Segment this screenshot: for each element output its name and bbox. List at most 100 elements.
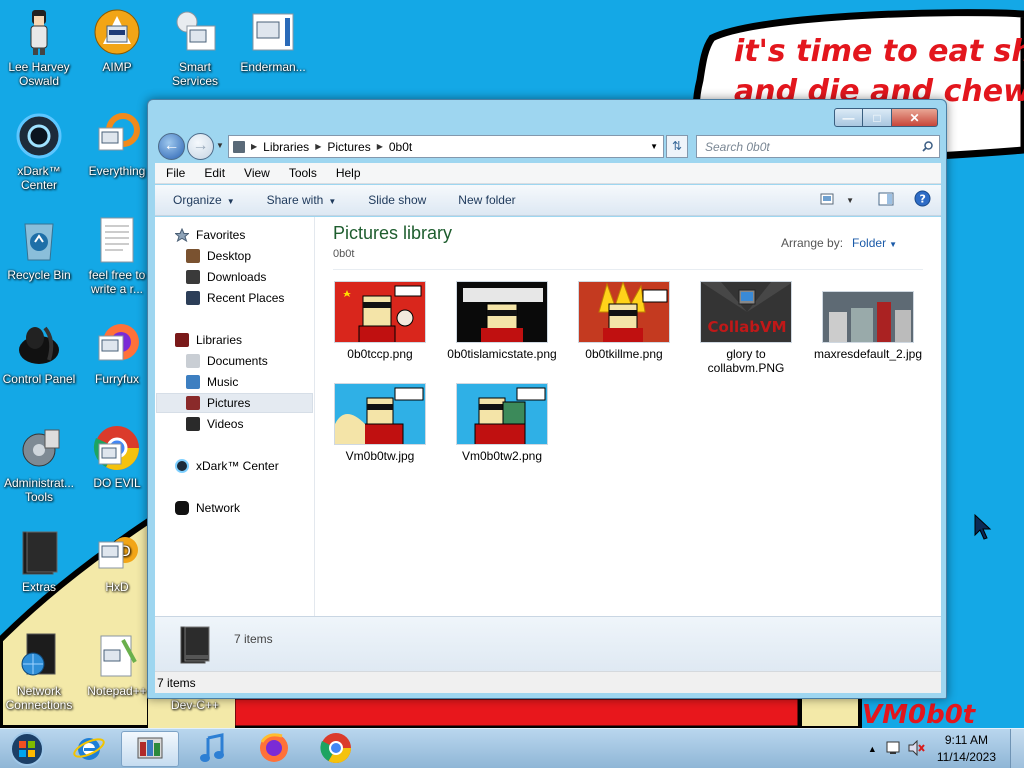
nav-libraries[interactable]: Libraries — [175, 330, 242, 350]
image-thumbnail — [456, 383, 548, 445]
navigation-pane: Favorites Desktop Downloads Recent Place… — [155, 217, 315, 616]
preview-pane-icon[interactable] — [878, 192, 894, 209]
firefox-icon — [93, 320, 141, 368]
desktop-icon-lee-harvey-oswald[interactable]: Lee Harvey Oswald — [0, 8, 78, 88]
menu-file[interactable]: File — [155, 166, 192, 180]
recent-places-icon — [186, 291, 200, 305]
desktop-icon-enderman[interactable]: Enderman... — [234, 8, 312, 74]
image-thumbnail: CollabVM — [700, 281, 792, 343]
desktop-icon-administrative-tools[interactable]: Administrat... Tools — [0, 424, 78, 504]
new-folder-button[interactable]: New folder — [440, 193, 529, 207]
libraries-icon — [175, 333, 189, 347]
chevron-down-icon[interactable]: ▼ — [889, 240, 897, 249]
desktop-icon-everything[interactable]: Everything — [78, 112, 156, 178]
taskbar-internet-explorer[interactable] — [60, 731, 118, 767]
menu-view[interactable]: View — [232, 166, 277, 180]
desktop-icon-feel-free[interactable]: feel free to write a r... — [78, 216, 156, 296]
show-desktop-button[interactable] — [1010, 729, 1024, 768]
view-controls: ▼ ? — [820, 190, 931, 210]
image-thumbnail — [456, 281, 548, 343]
nav-music[interactable]: Music — [186, 372, 238, 392]
system-clock[interactable]: 9:11 AM 11/14/2023 — [937, 732, 996, 766]
address-bar[interactable]: ▶ Libraries ▶ Pictures ▶ 0b0t ▼ — [228, 135, 664, 158]
chevron-right-icon[interactable]: ▶ — [375, 142, 385, 151]
downloads-icon — [186, 270, 200, 284]
file-item[interactable]: 0b0tccp.png — [321, 281, 439, 361]
forward-button[interactable]: → — [187, 133, 214, 160]
status-item-count: 7 items — [157, 675, 196, 690]
nav-desktop[interactable]: Desktop — [186, 246, 251, 266]
menu-edit[interactable]: Edit — [192, 166, 232, 180]
back-button[interactable]: ← — [158, 133, 185, 160]
aimp-icon — [93, 8, 141, 56]
refresh-button[interactable]: ⇅ — [666, 135, 688, 158]
file-item[interactable]: 0b0tislamicstate.png — [443, 281, 561, 361]
desktop-icon-recycle-bin[interactable]: Recycle Bin — [0, 216, 78, 282]
change-view-icon[interactable] — [820, 193, 836, 208]
navigation-bar: ← → ▼ ▶ Libraries ▶ Pictures ▶ 0b0t ▼ ⇅ … — [156, 132, 942, 160]
desktop-icon-xdark-center[interactable]: xDark™ Center — [0, 112, 78, 192]
menu-tools[interactable]: Tools — [277, 166, 324, 180]
star-icon — [174, 227, 190, 243]
svg-text:?: ? — [920, 193, 926, 206]
desktop-icon-smart-services[interactable]: Smart Services — [156, 8, 234, 88]
hxd-icon: D — [93, 528, 141, 576]
library-drive-icon — [177, 625, 213, 668]
taskbar-music-player[interactable] — [183, 731, 241, 767]
volume-muted-icon[interactable] — [907, 739, 925, 759]
file-item[interactable]: Vm0b0tw2.png — [443, 383, 561, 463]
file-item[interactable]: CollabVM glory to collabvm.PNG — [687, 281, 805, 375]
taskbar-firefox[interactable] — [245, 731, 303, 767]
address-dropdown-icon[interactable]: ▼ — [645, 142, 663, 151]
chrome-icon — [93, 424, 141, 472]
nav-xdark-center[interactable]: xDark™ Center — [175, 456, 279, 476]
nav-pictures[interactable]: Pictures — [156, 393, 313, 413]
desktop-icon-furryfux[interactable]: Furryfux — [78, 320, 156, 386]
desktop-icon-extras[interactable]: Extras — [0, 528, 78, 594]
desktop-icon-control-panel[interactable]: Control Panel — [0, 320, 78, 386]
desktop-icon-network-connections[interactable]: Network Connections — [0, 632, 78, 712]
action-center-icon[interactable] — [885, 740, 901, 759]
desktop-icon-dev-cpp[interactable]: Dev-C++ — [156, 698, 234, 712]
slide-show-button[interactable]: Slide show — [350, 193, 440, 207]
nav-favorites[interactable]: Favorites — [174, 225, 245, 245]
control-panel-icon — [15, 320, 63, 368]
wallpaper-text-line1: it's time to eat shit — [734, 34, 1024, 69]
share-with-button[interactable]: Share with ▼ — [249, 193, 351, 207]
desktop-icon-aimp[interactable]: AIMP — [78, 8, 156, 74]
nav-recent-places[interactable]: Recent Places — [186, 288, 284, 308]
chevron-right-icon[interactable]: ▶ — [313, 142, 323, 151]
view-options-dropdown-icon[interactable]: ▼ — [846, 196, 854, 205]
help-icon[interactable]: ? — [914, 190, 931, 210]
desktop-icon-notepad-plus-plus[interactable]: Notepad++ — [78, 632, 156, 698]
breadcrumb-libraries[interactable]: Libraries — [259, 140, 313, 154]
file-item[interactable]: maxresdefault_2.jpg — [809, 281, 927, 361]
nav-network[interactable]: Network — [175, 498, 240, 518]
file-item[interactable]: Vm0b0tw.jpg — [321, 383, 439, 463]
start-button[interactable] — [7, 731, 47, 767]
taskbar-chrome[interactable] — [307, 731, 365, 767]
file-item[interactable]: 0b0tkillme.png — [565, 281, 683, 361]
close-button[interactable]: ✕ — [892, 108, 938, 127]
show-hidden-icons-icon[interactable]: ▲ — [868, 744, 877, 754]
breadcrumb-0b0t[interactable]: 0b0t — [385, 140, 416, 154]
recent-pages-dropdown[interactable]: ▼ — [216, 141, 224, 150]
organize-button[interactable]: Organize ▼ — [155, 193, 249, 207]
minimize-button[interactable]: — — [834, 108, 863, 127]
menu-help[interactable]: Help — [324, 166, 368, 180]
desktop-icon-hxd[interactable]: D HxD — [78, 528, 156, 594]
gear-icon — [171, 8, 219, 56]
window-controls: — □ ✕ — [834, 108, 938, 127]
image-thumbnail — [334, 281, 426, 343]
nav-videos[interactable]: Videos — [186, 414, 243, 434]
nav-downloads[interactable]: Downloads — [186, 267, 266, 287]
desktop-icon-do-evil[interactable]: DO EVIL — [78, 424, 156, 490]
taskbar-explorer-active[interactable] — [121, 731, 179, 767]
chevron-right-icon[interactable]: ▶ — [249, 142, 259, 151]
search-input[interactable]: Search 0b0t — [696, 135, 940, 158]
chevron-down-icon: ▼ — [226, 197, 235, 206]
maximize-button[interactable]: □ — [863, 108, 892, 127]
nav-documents[interactable]: Documents — [186, 351, 268, 371]
arrange-by-dropdown[interactable]: Folder — [852, 236, 886, 250]
breadcrumb-pictures[interactable]: Pictures — [323, 140, 374, 154]
